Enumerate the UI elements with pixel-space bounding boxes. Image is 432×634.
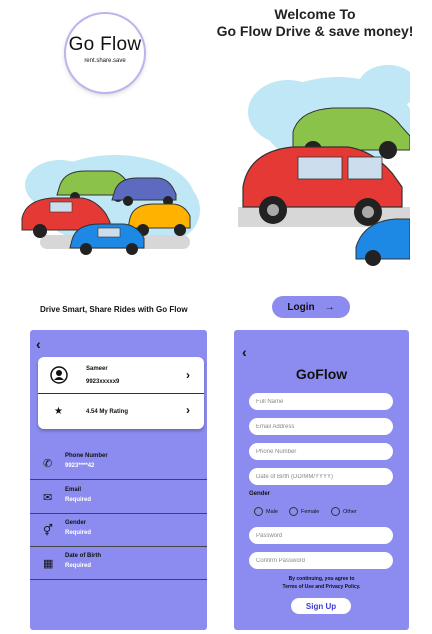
terms-notice: By continuing, you agree to Terms of Use… xyxy=(234,575,409,591)
terms-link[interactable]: Terms of Use and Privacy Policy. xyxy=(234,583,409,591)
dob-input[interactable] xyxy=(249,468,393,485)
field-dob[interactable]: ▦ Date of Birth Required xyxy=(30,546,207,580)
full-name-input[interactable] xyxy=(249,393,393,410)
field-value: 9923****42 xyxy=(65,463,95,469)
gender-label: Gender xyxy=(249,491,271,497)
field-phone[interactable]: ✆ Phone Number 9923****42 xyxy=(30,446,207,480)
gender-other-radio[interactable]: Other xyxy=(331,507,357,516)
field-label: Gender xyxy=(65,520,87,526)
rating-text: 4.54 My Rating xyxy=(86,409,129,415)
gender-icon: ⚥ xyxy=(43,525,53,537)
radio-label: Male xyxy=(266,508,278,515)
gender-female-radio[interactable]: Female xyxy=(289,507,319,516)
profile-name: Sameer xyxy=(86,366,108,372)
logo-subtitle: rent.share.save xyxy=(84,58,126,64)
signup-button[interactable]: Sign Up xyxy=(291,598,351,614)
logo-title: Go Flow xyxy=(68,34,142,55)
welcome-line-1: Welcome To xyxy=(274,6,356,22)
radio-label: Female xyxy=(301,508,320,515)
back-arrow-icon[interactable]: ‹ xyxy=(36,336,41,352)
welcome-line-2: Go Flow Drive & save money! xyxy=(216,23,414,39)
field-value: Required xyxy=(65,530,92,536)
email-input[interactable] xyxy=(249,418,393,435)
welcome-heading: Welcome To Go Flow Drive & save money! xyxy=(208,6,422,40)
calendar-icon: ▦ xyxy=(43,558,54,570)
profile-screen: ‹ Sameer 9923xxxxx9 › ★ 4.54 My Rating ›… xyxy=(30,330,207,630)
chevron-right-icon: › xyxy=(186,368,190,382)
arrow-right-icon: → xyxy=(324,301,335,313)
radio-icon xyxy=(289,507,298,516)
password-input[interactable] xyxy=(249,527,393,544)
field-label: Phone Number xyxy=(65,453,108,459)
login-label: Login xyxy=(287,301,315,313)
star-icon: ★ xyxy=(54,406,63,417)
profile-phone: 9923xxxxx9 xyxy=(86,379,120,385)
field-label: Date of Birth xyxy=(65,553,101,559)
radio-icon xyxy=(331,507,340,516)
radio-label: Other xyxy=(343,508,357,515)
back-arrow-icon[interactable]: ‹ xyxy=(242,344,247,360)
phone-icon: ✆ xyxy=(43,458,53,470)
radio-icon xyxy=(254,507,263,516)
profile-card: Sameer 9923xxxxx9 › ★ 4.54 My Rating › xyxy=(38,357,204,429)
profile-row[interactable]: Sameer 9923xxxxx9 › xyxy=(38,357,204,392)
gender-male-radio[interactable]: Male xyxy=(254,507,278,516)
user-icon xyxy=(50,366,68,384)
tagline: Drive Smart, Share Rides with Go Flow xyxy=(40,305,188,314)
confirm-password-input[interactable] xyxy=(249,552,393,569)
field-value: Required xyxy=(65,497,92,503)
cars-illustration-left xyxy=(21,155,200,255)
field-value: Required xyxy=(65,563,92,569)
terms-line-1: By continuing, you agree to xyxy=(288,576,355,582)
field-email[interactable]: ✉ Email Required xyxy=(30,480,207,514)
rating-row[interactable]: ★ 4.54 My Rating › xyxy=(38,394,204,429)
phone-input[interactable] xyxy=(249,443,393,460)
chevron-right-icon: › xyxy=(186,403,190,417)
mail-icon: ✉ xyxy=(43,492,53,504)
signup-title: GoFlow xyxy=(295,366,348,382)
app-logo: Go Flow rent.share.save xyxy=(66,14,144,92)
login-button[interactable]: Login → xyxy=(272,296,350,318)
field-label: Email xyxy=(65,487,82,493)
cars-illustration-right xyxy=(238,65,410,266)
field-gender[interactable]: ⚥ Gender Required xyxy=(30,513,207,547)
signup-screen: ‹ GoFlow Gender Male Female Other By con… xyxy=(234,330,409,630)
